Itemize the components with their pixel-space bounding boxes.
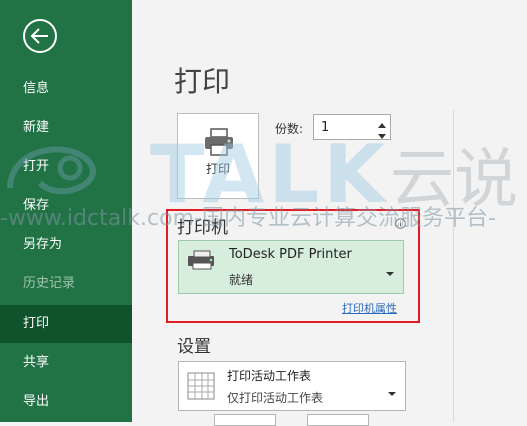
page-title: 打印 (174, 65, 231, 98)
spin-up-icon[interactable] (376, 116, 388, 128)
sidebar-item-history: 历史记录 (23, 276, 76, 291)
pages-to-field[interactable] (307, 414, 369, 426)
printer-name: ToDesk PDF Printer (229, 247, 352, 262)
print-scope-title: 打印活动工作表 (227, 369, 312, 383)
chevron-down-icon[interactable] (385, 263, 395, 282)
print-scope-select[interactable]: 打印活动工作表 仅打印活动工作表 (178, 361, 406, 411)
printer-properties-link[interactable]: 打印机属性 (342, 300, 397, 316)
back-arrow-icon[interactable] (22, 18, 58, 54)
sidebar-item-share[interactable]: 共享 (0, 344, 132, 382)
sidebar-item-export[interactable]: 导出 (0, 383, 132, 421)
printer-device-icon (186, 248, 218, 276)
printer-select[interactable]: ToDesk PDF Printer 就绪 (178, 240, 404, 294)
sidebar-item-print[interactable]: 打印 (0, 305, 132, 343)
chevron-down-icon[interactable] (387, 383, 397, 402)
settings-section-title: 设置 (177, 337, 211, 357)
sidebar-item-info[interactable]: 信息 (0, 70, 132, 108)
watermark-url: -www.idctalk.com-国内专业云计算交流服务平台- (0, 206, 496, 231)
print-scope-subtitle: 仅打印活动工作表 (227, 391, 324, 405)
printer-status: 就绪 (229, 273, 254, 287)
worksheet-grid-icon (187, 372, 215, 404)
pages-from-field[interactable] (214, 414, 276, 426)
